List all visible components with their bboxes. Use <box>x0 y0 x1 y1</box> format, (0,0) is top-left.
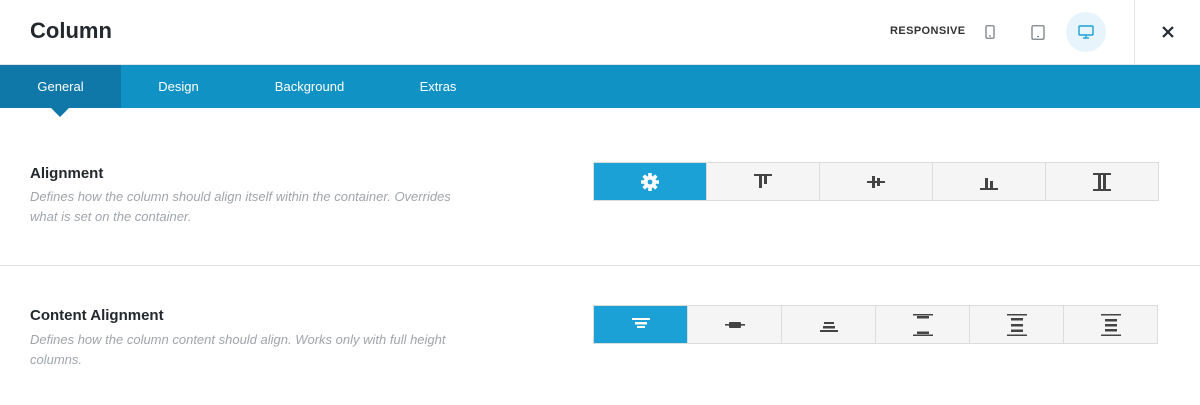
align-center-icon <box>867 175 885 188</box>
tablet-view-button[interactable] <box>1018 14 1058 50</box>
alignment-bottom-button[interactable] <box>933 163 1046 200</box>
section-divider <box>0 265 1200 266</box>
align-top-icon <box>754 173 772 188</box>
content-space-around-icon <box>1006 313 1027 336</box>
content-bottom-button[interactable] <box>782 306 876 343</box>
content-center-icon <box>724 321 745 328</box>
desktop-view-button[interactable] <box>1066 12 1106 52</box>
alignment-description: Defines how the column should align itse… <box>30 189 451 224</box>
content-alignment-button-group <box>593 305 1158 344</box>
content-space-evenly-button[interactable] <box>1064 306 1157 343</box>
page-title: Column <box>30 18 112 43</box>
tab-general[interactable]: General <box>0 65 121 108</box>
close-icon <box>1162 26 1174 38</box>
close-button[interactable] <box>1150 14 1186 50</box>
tab-design[interactable]: Design <box>121 65 236 108</box>
tab-bar: General Design Background Extras <box>0 65 1200 108</box>
content-space-around-button[interactable] <box>970 306 1064 343</box>
tab-background[interactable]: Background <box>236 65 383 108</box>
modal-header: Column RESPONSIVE <box>0 0 1200 65</box>
responsive-label: RESPONSIVE <box>890 25 966 37</box>
content-space-evenly-icon <box>1100 313 1121 336</box>
alignment-button-group <box>593 162 1159 201</box>
tab-extras[interactable]: Extras <box>383 65 493 108</box>
content-top-icon <box>631 317 650 328</box>
content-alignment-description: Defines how the column content should al… <box>30 332 446 367</box>
alignment-title: Alignment <box>30 165 104 182</box>
desktop-icon <box>1078 25 1094 39</box>
align-stretch-icon <box>1093 172 1111 191</box>
content-space-between-icon <box>912 313 933 336</box>
active-tab-pointer <box>51 108 69 117</box>
header-divider <box>1134 0 1135 65</box>
mobile-icon <box>985 25 995 39</box>
content-center-button[interactable] <box>688 306 782 343</box>
align-bottom-icon <box>980 177 998 190</box>
mobile-view-button[interactable] <box>970 14 1010 50</box>
content-space-between-button[interactable] <box>876 306 970 343</box>
alignment-top-button[interactable] <box>707 163 820 200</box>
alignment-default-button[interactable] <box>594 163 707 200</box>
tablet-icon <box>1031 24 1045 40</box>
content-bottom-icon <box>819 321 838 332</box>
alignment-stretch-button[interactable] <box>1046 163 1158 200</box>
gear-icon <box>641 172 659 191</box>
content-alignment-title: Content Alignment <box>30 307 164 324</box>
alignment-center-button[interactable] <box>820 163 933 200</box>
content-top-button[interactable] <box>594 306 688 343</box>
